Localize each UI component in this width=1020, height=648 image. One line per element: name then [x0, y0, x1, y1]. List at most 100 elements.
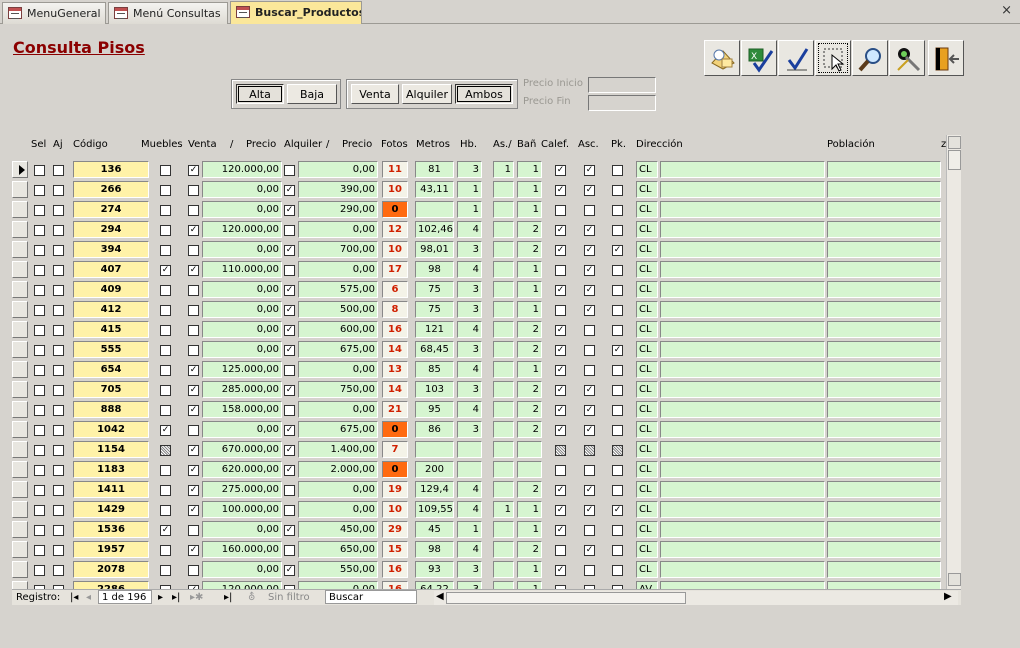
record-position-field[interactable]: 1 de 196 [98, 590, 152, 604]
sel-checkbox[interactable] [34, 405, 45, 416]
direccion-cell[interactable] [660, 541, 825, 558]
codigo-cell[interactable]: 407 [73, 261, 149, 278]
pk-checkbox[interactable] [612, 325, 623, 336]
sel-checkbox[interactable] [34, 545, 45, 556]
venta-checkbox[interactable] [188, 525, 199, 536]
sel-checkbox[interactable] [34, 425, 45, 436]
calef-checkbox[interactable] [555, 465, 566, 476]
aj-checkbox[interactable] [53, 505, 64, 516]
aj-checkbox[interactable] [53, 345, 64, 356]
record-selector[interactable] [12, 541, 28, 558]
venta-checkbox[interactable] [188, 565, 199, 576]
direccion-cell[interactable] [660, 241, 825, 258]
record-selector[interactable] [12, 301, 28, 318]
as-cell[interactable]: 1 [493, 161, 514, 178]
aj-checkbox[interactable] [53, 285, 64, 296]
sel-checkbox[interactable] [34, 225, 45, 236]
as-cell[interactable] [493, 181, 514, 198]
asc-checkbox[interactable] [584, 365, 595, 376]
ban-cell[interactable]: 2 [517, 341, 542, 358]
direccion-tipo-cell[interactable]: CL [636, 321, 658, 338]
fotos-cell[interactable]: 15 [382, 541, 408, 558]
precio-alquiler-cell[interactable]: 600,00 [298, 321, 378, 338]
codigo-cell[interactable]: 654 [73, 361, 149, 378]
as-cell[interactable] [493, 561, 514, 578]
precio-alquiler-cell[interactable]: 550,00 [298, 561, 378, 578]
direccion-tipo-cell[interactable]: CL [636, 281, 658, 298]
codigo-cell[interactable]: 555 [73, 341, 149, 358]
precio-alquiler-cell[interactable]: 500,00 [298, 301, 378, 318]
direccion-tipo-cell[interactable]: CL [636, 441, 658, 458]
direccion-tipo-cell[interactable]: CL [636, 541, 658, 558]
fotos-cell[interactable]: 0 [382, 201, 408, 218]
pk-checkbox[interactable] [612, 185, 623, 196]
codigo-cell[interactable]: 705 [73, 381, 149, 398]
pk-checkbox[interactable] [612, 285, 623, 296]
as-cell[interactable] [493, 421, 514, 438]
asc-checkbox[interactable]: ✓ [584, 225, 595, 236]
aj-checkbox[interactable] [53, 565, 64, 576]
hb-cell[interactable]: 4 [457, 541, 482, 558]
precio-venta-cell[interactable]: 160.000,00 [202, 541, 282, 558]
hb-cell[interactable]: 3 [457, 281, 482, 298]
codigo-cell[interactable]: 2078 [73, 561, 149, 578]
direccion-cell[interactable] [660, 341, 825, 358]
fotos-cell[interactable]: 13 [382, 361, 408, 378]
precio-alquiler-cell[interactable]: 390,00 [298, 181, 378, 198]
sel-checkbox[interactable] [34, 385, 45, 396]
search-input[interactable]: Buscar [325, 590, 417, 604]
hb-cell[interactable]: 3 [457, 561, 482, 578]
precio-venta-cell[interactable]: 620.000,00 [202, 461, 282, 478]
alquiler-checkbox[interactable]: ✓ [284, 305, 295, 316]
fotos-cell[interactable]: 0 [382, 461, 408, 478]
calef-checkbox[interactable] [555, 265, 566, 276]
export-excel-button[interactable]: X [741, 40, 777, 76]
alquiler-checkbox[interactable] [284, 225, 295, 236]
precio-venta-cell[interactable]: 0,00 [202, 201, 282, 218]
as-cell[interactable] [493, 481, 514, 498]
alquiler-checkbox[interactable] [284, 545, 295, 556]
as-cell[interactable]: 1 [493, 501, 514, 518]
poblacion-cell[interactable] [827, 221, 941, 238]
muebles-checkbox[interactable]: ✓ [160, 425, 171, 436]
precio-alquiler-cell[interactable]: 750,00 [298, 381, 378, 398]
muebles-checkbox[interactable] [160, 365, 171, 376]
next-record-icon[interactable]: ▸ [158, 592, 163, 603]
direccion-tipo-cell[interactable]: CL [636, 301, 658, 318]
calef-checkbox[interactable]: ✓ [555, 565, 566, 576]
calef-checkbox[interactable] [555, 545, 566, 556]
pk-checkbox[interactable]: ✓ [612, 245, 623, 256]
precio-venta-cell[interactable]: 120.000,00 [202, 581, 282, 589]
precio-venta-cell[interactable]: 0,00 [202, 341, 282, 358]
ban-cell[interactable]: 1 [517, 501, 542, 518]
hb-cell[interactable]: 4 [457, 321, 482, 338]
metros-cell[interactable]: 129,4 [415, 481, 454, 498]
codigo-cell[interactable]: 274 [73, 201, 149, 218]
direccion-cell[interactable] [660, 361, 825, 378]
direccion-cell[interactable] [660, 381, 825, 398]
fotos-cell[interactable]: 10 [382, 181, 408, 198]
alquiler-checkbox[interactable] [284, 505, 295, 516]
no-filter-label[interactable]: Sin filtro [268, 592, 310, 603]
direccion-tipo-cell[interactable]: AV [636, 581, 658, 589]
scroll-up-arrow-icon[interactable] [948, 136, 961, 149]
direccion-cell[interactable] [660, 441, 825, 458]
hb-cell[interactable] [457, 441, 482, 458]
asc-checkbox[interactable]: ✓ [584, 245, 595, 256]
as-cell[interactable] [493, 461, 514, 478]
muebles-checkbox[interactable] [160, 405, 171, 416]
asc-checkbox[interactable]: ✓ [584, 485, 595, 496]
alquiler-checkbox[interactable]: ✓ [284, 385, 295, 396]
accept-button[interactable] [778, 40, 814, 76]
metros-cell[interactable]: 68,45 [415, 341, 454, 358]
record-selector[interactable] [12, 401, 28, 418]
as-cell[interactable] [493, 321, 514, 338]
aj-checkbox[interactable] [53, 445, 64, 456]
fotos-cell[interactable]: 29 [382, 521, 408, 538]
direccion-tipo-cell[interactable]: CL [636, 181, 658, 198]
aj-checkbox[interactable] [53, 225, 64, 236]
as-cell[interactable] [493, 301, 514, 318]
scroll-down-arrow-icon[interactable] [948, 573, 961, 586]
asc-checkbox[interactable] [584, 445, 595, 456]
precio-alquiler-cell[interactable]: 0,00 [298, 501, 378, 518]
